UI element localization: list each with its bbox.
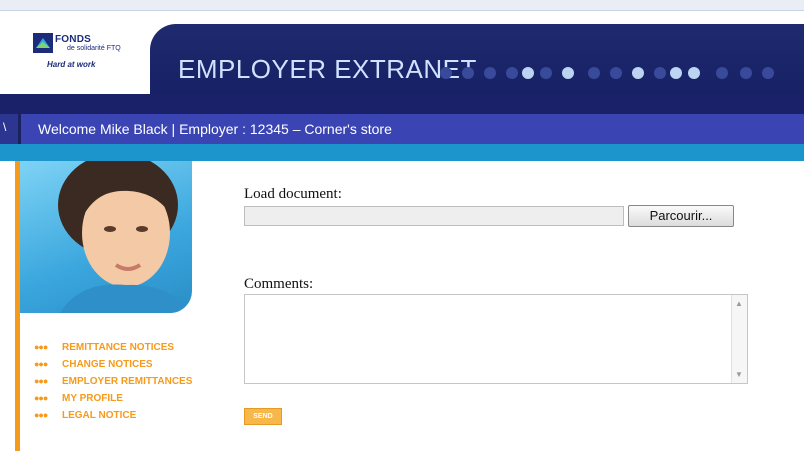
bullet-dots-icon: ●●● xyxy=(34,359,48,369)
bullet-dots-icon: ●●● xyxy=(34,393,48,403)
sidebar-photo xyxy=(20,161,192,313)
top-strip xyxy=(0,0,804,11)
bullet-dots-icon: ●●● xyxy=(34,342,48,352)
sidebar-item-change-notices[interactable]: ●●● CHANGE NOTICES xyxy=(34,359,192,376)
file-path-field[interactable] xyxy=(244,206,624,226)
sidebar-item-label: CHANGE NOTICES xyxy=(62,359,153,370)
sidebar-item-label: EMPLOYER REMITTANCES xyxy=(62,376,193,387)
edge-glyph: \ xyxy=(3,120,7,134)
logo-name: FONDS xyxy=(55,34,91,45)
person-photo-icon xyxy=(58,161,190,313)
comments-label: Comments: xyxy=(244,276,314,292)
bullet-dots-icon: ●●● xyxy=(34,376,48,386)
scroll-down-icon[interactable]: ▼ xyxy=(735,370,743,379)
comments-scrollbar[interactable]: ▲ ▼ xyxy=(731,295,747,383)
welcome-text: Welcome Mike Black | Employer : 12345 – … xyxy=(38,121,392,137)
bullet-dots-icon: ●●● xyxy=(34,410,48,420)
logo-subname: de solidarité FTQ xyxy=(67,45,121,52)
fonds-logo-icon xyxy=(33,33,53,53)
sidebar-item-remittance-notices[interactable]: ●●● REMITTANCE NOTICES xyxy=(34,342,192,359)
welcome-bar-edge: \ xyxy=(0,114,18,144)
sidebar-item-label: MY PROFILE xyxy=(62,393,123,404)
page: FONDS de solidarité FTQ Hard at work EMP… xyxy=(0,0,804,461)
page-title: EMPLOYER EXTRANET xyxy=(178,54,477,84)
header-divider xyxy=(0,94,804,114)
sidebar-menu: ●●● REMITTANCE NOTICES ●●● CHANGE NOTICES … xyxy=(34,342,192,427)
sidebar-item-label: REMITTANCE NOTICES xyxy=(62,342,175,353)
sidebar-item-my-profile[interactable]: ●●● MY PROFILE xyxy=(34,393,192,410)
browse-button[interactable]: Parcourir... xyxy=(628,205,734,227)
send-button[interactable]: SEND xyxy=(244,408,282,425)
scroll-up-icon[interactable]: ▲ xyxy=(735,299,743,308)
sidebar-item-employer-remittances[interactable]: ●●● EMPLOYER REMITTANCES xyxy=(34,376,192,393)
load-document-label: Load document: xyxy=(244,186,342,202)
sidebar-item-legal-notice[interactable]: ●●● LEGAL NOTICE xyxy=(34,410,192,427)
sidebar-item-label: LEGAL NOTICE xyxy=(62,410,137,421)
comments-textarea[interactable]: ▲ ▼ xyxy=(244,294,748,384)
logo-tagline: Hard at work xyxy=(47,60,96,69)
accent-bar xyxy=(0,144,804,161)
